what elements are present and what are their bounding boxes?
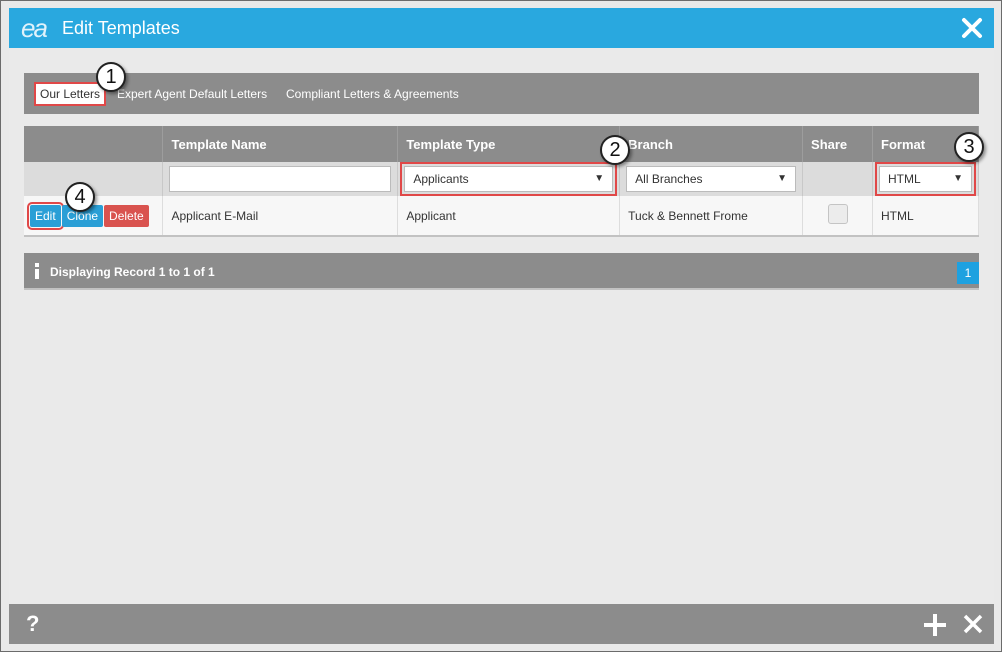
column-actions	[24, 126, 164, 162]
format-filter-select[interactable]: HTML ▼	[875, 162, 976, 196]
page-1-button[interactable]: 1	[957, 262, 979, 284]
filter-row: Applicants ▼ All Branches ▼ HTML ▼	[24, 162, 979, 196]
content-area: Our Letters Expert Agent Default Letters…	[9, 48, 994, 604]
callout-1: 1	[96, 62, 126, 92]
template-type-filter-select[interactable]: Applicants ▼	[400, 162, 618, 196]
template-name-filter-input[interactable]	[169, 166, 392, 192]
close-icon[interactable]	[962, 613, 984, 635]
tab-our-letters[interactable]: Our Letters	[34, 82, 107, 106]
tab-expert-agent-default-letters[interactable]: Expert Agent Default Letters	[117, 82, 267, 106]
plus-icon[interactable]	[922, 612, 948, 638]
delete-button[interactable]: Delete	[104, 204, 149, 227]
chevron-down-icon: ▼	[953, 173, 963, 184]
pager-bar: Displaying Record 1 to 1 of 1 1	[24, 253, 979, 290]
letter-tabs: Our Letters Expert Agent Default Letters…	[24, 73, 979, 114]
table-header: Template Name Template Type Branch Share…	[24, 126, 979, 162]
table-row: Edit Clone Delete Applicant E-Mail Applica…	[24, 196, 979, 237]
column-template-name[interactable]: Template Name	[162, 126, 399, 162]
column-share[interactable]: Share	[802, 126, 873, 162]
column-template-type[interactable]: Template Type	[397, 126, 621, 162]
chevron-down-icon: ▼	[594, 173, 605, 184]
template-name-cell: Applicant E-Mail	[162, 196, 399, 237]
format-filter-value: HTML	[888, 172, 921, 186]
callout-4: 4	[65, 182, 95, 212]
help-button[interactable]: ?	[26, 611, 39, 637]
tab-compliant-letters-agreements[interactable]: Compliant Letters & Agreements	[286, 82, 459, 106]
branch-filter-value: All Branches	[635, 172, 703, 186]
branch-filter-select[interactable]: All Branches ▼	[626, 166, 797, 192]
callout-2: 2	[600, 135, 630, 165]
edit-templates-window: ea Edit Templates Our Letters Expert Age…	[0, 0, 1002, 652]
info-icon	[35, 263, 39, 279]
template-type-filter-value: Applicants	[413, 172, 469, 186]
bottom-toolbar: ?	[9, 604, 994, 644]
close-icon[interactable]	[958, 14, 986, 42]
window-title: Edit Templates	[62, 18, 180, 38]
template-type-cell: Applicant	[397, 196, 621, 237]
callout-3: 3	[954, 132, 984, 162]
column-branch[interactable]: Branch	[619, 126, 804, 162]
edit-button[interactable]: Edit	[27, 201, 64, 230]
branch-cell: Tuck & Bennett Frome	[619, 196, 804, 237]
share-checkbox[interactable]	[827, 204, 848, 224]
chevron-down-icon: ▼	[777, 173, 788, 184]
format-cell: HTML	[872, 196, 979, 237]
title-bar: ea Edit Templates	[9, 8, 994, 48]
app-logo: ea	[21, 13, 48, 43]
record-count: Displaying Record 1 to 1 of 1	[50, 265, 215, 279]
templates-table: Template Name Template Type Branch Share…	[24, 126, 979, 237]
